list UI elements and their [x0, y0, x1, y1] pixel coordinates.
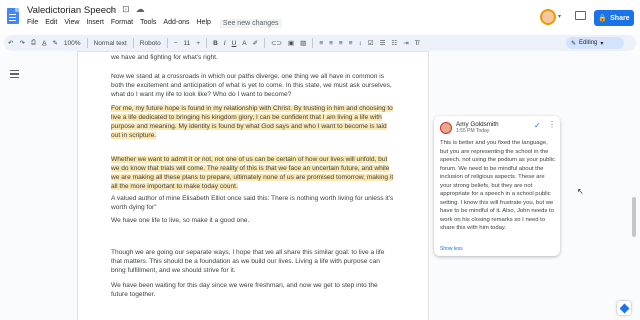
divider: [86, 38, 88, 48]
zoom-select[interactable]: 100%: [64, 40, 81, 47]
document-page[interactable]: we have and fighting for what's right. N…: [78, 52, 428, 320]
explore-icon[interactable]: [617, 301, 631, 315]
bold-icon[interactable]: B: [213, 40, 218, 47]
italic-icon[interactable]: I: [224, 40, 226, 47]
menu-format[interactable]: Format: [111, 19, 133, 28]
font-size-decrease-icon[interactable]: −: [174, 40, 178, 47]
avatar[interactable]: [540, 9, 556, 25]
editing-mode-select[interactable]: ✎ Editing ▾: [566, 37, 624, 49]
menu-file[interactable]: File: [27, 19, 38, 28]
link-icon[interactable]: ⊂⊃: [271, 39, 282, 47]
paragraph[interactable]: We have been waiting for this day since …: [111, 281, 396, 299]
pencil-icon: ✎: [571, 40, 577, 47]
paragraph[interactable]: We have one life to live, so make it a g…: [111, 216, 396, 225]
paragraph-highlighted[interactable]: For me, my future hope is found in my re…: [111, 104, 396, 140]
comment-timestamp: 1:55 PM Today: [456, 128, 490, 134]
font-size-input[interactable]: 11: [184, 40, 191, 47]
font-size-increase-icon[interactable]: +: [196, 40, 200, 47]
editing-mode-label: Editing: [579, 40, 598, 46]
undo-icon[interactable]: ↶: [8, 39, 13, 47]
align-center-icon[interactable]: ≡: [329, 40, 333, 47]
add-comment-icon[interactable]: ▣: [288, 39, 294, 47]
print-icon[interactable]: ⎙: [31, 39, 36, 47]
chevron-down-icon[interactable]: ▾: [558, 13, 561, 20]
document-outline-icon[interactable]: [10, 70, 19, 78]
menu-edit[interactable]: Edit: [45, 19, 57, 28]
menu-tools[interactable]: Tools: [140, 19, 156, 28]
document-title[interactable]: Valedictorian Speech: [27, 5, 116, 16]
highlighted-text[interactable]: For me, my future hope is found in my re…: [111, 105, 393, 140]
comment-card[interactable]: Amy Goldsmith 1:55 PM Today ✓ ⋮ This is …: [434, 116, 560, 256]
comment-author: Amy Goldsmith: [456, 121, 499, 128]
font-select[interactable]: Roboto: [140, 40, 161, 47]
paragraph[interactable]: Though we are going our separate ways, I…: [111, 248, 396, 275]
menu-help[interactable]: Help: [197, 19, 211, 28]
toolbar: ↶ ↷ ⎙ A̲ ✎ 100% Normal text Roboto − 11 …: [4, 35, 636, 51]
docs-logo-icon[interactable]: [7, 8, 19, 24]
comment-icon[interactable]: [575, 11, 586, 20]
underline-icon[interactable]: U: [232, 40, 237, 47]
menu-view[interactable]: View: [64, 19, 79, 28]
menu-addons[interactable]: Add-ons: [163, 19, 189, 28]
title-icons: ☆ ⊡ ☁: [108, 4, 145, 15]
share-label: Share: [610, 14, 630, 22]
spellcheck-icon[interactable]: A̲: [42, 40, 46, 47]
clear-format-icon[interactable]: T̸: [415, 40, 419, 47]
show-less-link[interactable]: Show less: [440, 246, 463, 252]
resolve-check-icon[interactable]: ✓: [534, 121, 541, 130]
folder-icon[interactable]: ⊡: [122, 4, 130, 15]
collaborator-avatars[interactable]: ▾: [540, 9, 566, 25]
paragraph[interactable]: Now we stand at a crossroads in which ou…: [111, 72, 396, 99]
paragraph-highlighted[interactable]: Whether we want to admit it or not, not …: [111, 155, 396, 191]
align-right-icon[interactable]: ≡: [339, 40, 343, 47]
align-left-icon[interactable]: ≡: [319, 40, 323, 47]
divider: [166, 38, 168, 48]
comment-body: This is better and you fixed the languag…: [440, 140, 555, 231]
menu-insert[interactable]: Insert: [86, 19, 104, 28]
style-select[interactable]: Normal text: [94, 40, 127, 47]
paragraph[interactable]: we have and fighting for what's right.: [111, 53, 396, 62]
menu-bar: File Edit View Insert Format Tools Add-o…: [27, 19, 282, 28]
mouse-cursor-icon: ↖: [577, 187, 584, 196]
more-options-icon[interactable]: ⋮: [548, 120, 556, 129]
divider: [264, 38, 266, 48]
align-justify-icon[interactable]: ≡: [349, 40, 353, 47]
highlight-icon[interactable]: ✐: [253, 39, 258, 47]
chevron-down-icon: ▾: [600, 40, 604, 47]
avatar: [440, 122, 452, 134]
indent-icon[interactable]: ⇥: [403, 39, 408, 47]
lock-icon: 🔒: [598, 15, 608, 22]
bulleted-list-icon[interactable]: ☰: [380, 39, 386, 47]
scrollbar[interactable]: [632, 197, 636, 237]
redo-icon[interactable]: ↷: [19, 39, 24, 47]
numbered-list-icon[interactable]: ☷: [391, 39, 397, 47]
image-icon[interactable]: ▨: [300, 39, 306, 47]
star-icon[interactable]: ☆: [108, 4, 116, 15]
text-color-icon[interactable]: A: [242, 40, 246, 47]
line-spacing-icon[interactable]: ↕: [359, 40, 362, 47]
see-new-changes-link[interactable]: See new changes: [219, 19, 282, 28]
checklist-icon[interactable]: ☑: [368, 39, 374, 47]
cloud-saved-icon[interactable]: ☁: [136, 4, 145, 15]
divider: [206, 38, 208, 48]
divider: [132, 38, 134, 48]
divider: [312, 38, 314, 48]
paragraph[interactable]: A valued author of mine Elisabeth Elliot…: [111, 194, 396, 212]
title-bar: Valedictorian Speech ☆ ⊡ ☁ File Edit Vie…: [0, 0, 640, 34]
share-button[interactable]: 🔒 Share: [594, 10, 634, 26]
highlighted-text[interactable]: Whether we want to admit it or not, not …: [111, 156, 394, 191]
paint-format-icon[interactable]: ✎: [52, 39, 57, 47]
